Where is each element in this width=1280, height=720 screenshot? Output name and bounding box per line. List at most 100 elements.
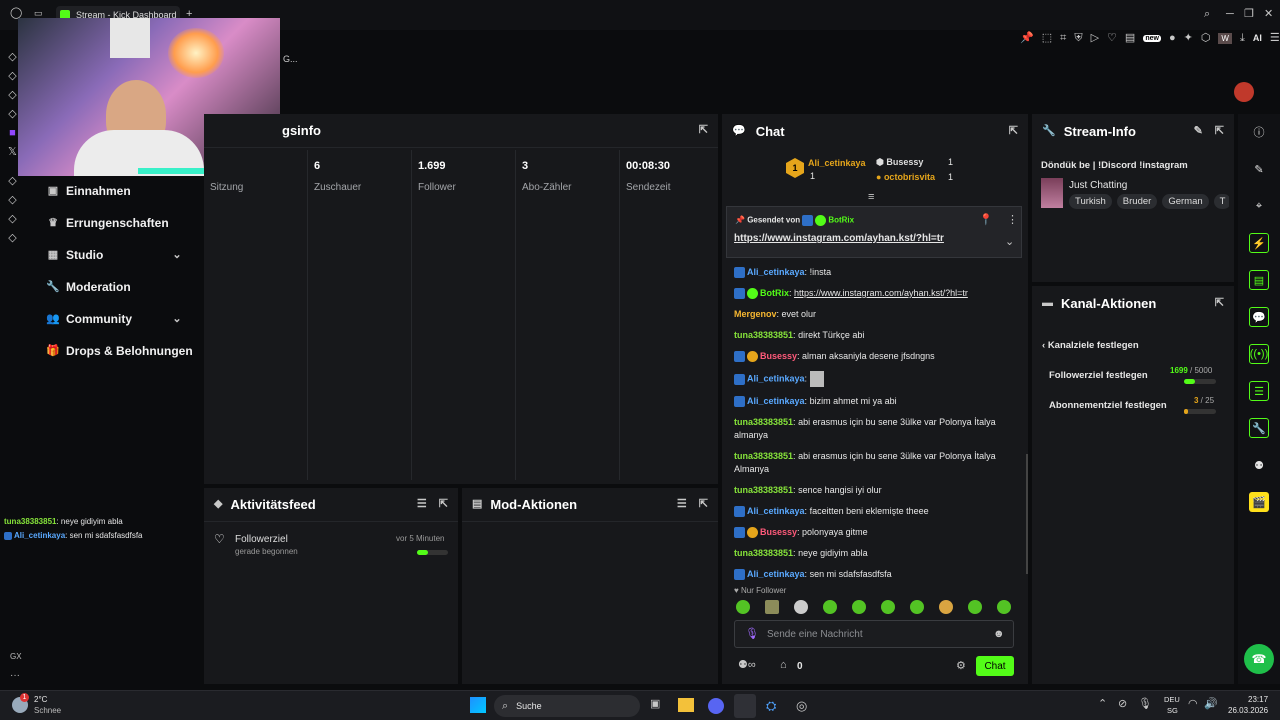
document-icon[interactable]: ▤: [1249, 270, 1269, 290]
avatar[interactable]: [1234, 82, 1254, 102]
taskbar-search[interactable]: ⌕ Suche: [494, 695, 640, 717]
cube-icon[interactable]: ⬡: [1201, 32, 1211, 44]
profile-w[interactable]: W: [1218, 32, 1232, 44]
clapper-icon[interactable]: 🎬: [1249, 492, 1269, 512]
chat-username[interactable]: Ali_cetinkaya: [747, 267, 805, 277]
sidebar-diamond-icon[interactable]: ◇: [8, 71, 17, 82]
chat-username[interactable]: Mergenov: [734, 309, 777, 319]
chat-username[interactable]: Busessy: [760, 527, 797, 537]
obs-icon[interactable]: ◎: [796, 699, 807, 712]
emote-icon[interactable]: [794, 600, 808, 614]
chat-username[interactable]: BotRix: [760, 288, 789, 298]
heart-icon[interactable]: ♡: [1107, 32, 1117, 44]
emoji-icon[interactable]: ☻: [993, 629, 1005, 640]
mic-icon[interactable]: 🎙: [1138, 699, 1152, 710]
chat-username[interactable]: Ali_cetinkaya: [747, 396, 805, 406]
sidebar-diamond-icon[interactable]: ◇: [8, 214, 17, 225]
chat-username[interactable]: Ali_cetinkaya: [747, 373, 805, 383]
nav-item-einnahmen[interactable]: ▣ Einnahmen: [32, 175, 202, 207]
windows-start-icon[interactable]: [470, 697, 486, 713]
network-off-icon[interactable]: ⊘: [1118, 699, 1127, 710]
people-icon[interactable]: ⚉: [1249, 455, 1269, 475]
sidebar-diamond-icon[interactable]: ◇: [8, 176, 17, 187]
more-icon[interactable]: ···: [10, 670, 20, 681]
goal-label[interactable]: Abonnementziel festlegen: [1049, 400, 1167, 411]
chat-username[interactable]: Ali_cetinkaya: [747, 569, 805, 579]
pinned-message[interactable]: 📌 Gesendet von BotRix https://www.instag…: [726, 206, 1022, 258]
sidebar-diamond-icon[interactable]: ◇: [8, 52, 17, 63]
emote-icon[interactable]: [910, 600, 924, 614]
chat-username[interactable]: Ali_cetinkaya: [747, 506, 805, 516]
taskview-icon[interactable]: ▣: [650, 699, 660, 710]
info-icon[interactable]: ⓘ: [1249, 122, 1269, 142]
emote-icon[interactable]: [939, 600, 953, 614]
help-button[interactable]: ☎: [1244, 644, 1274, 674]
popout-icon[interactable]: ⇱: [699, 125, 708, 136]
twitch-icon[interactable]: ■: [8, 128, 17, 139]
gifter-name[interactable]: Ali_cetinkaya: [808, 158, 866, 168]
opera-gx-icon[interactable]: [734, 694, 756, 718]
play-icon[interactable]: ▷: [1091, 32, 1099, 44]
new-badge[interactable]: new: [1143, 34, 1161, 42]
chat-icon[interactable]: 💬: [1249, 307, 1269, 327]
folder-icon[interactable]: [678, 698, 694, 712]
chevron-up-icon[interactable]: ⌃: [1098, 699, 1107, 710]
wrench-icon[interactable]: 🔧: [1249, 418, 1269, 438]
chat-username[interactable]: tuna38383851: [734, 330, 793, 340]
filter-icon[interactable]: ☰: [677, 499, 687, 510]
popout-icon[interactable]: ⇱: [439, 499, 448, 510]
chat-username[interactable]: tuna38383851: [734, 417, 793, 427]
gifter-name[interactable]: ● octobrisvita: [876, 172, 935, 182]
crop-icon[interactable]: ⌗: [1060, 32, 1066, 44]
emote-icon[interactable]: [968, 600, 982, 614]
shield-icon[interactable]: ⛨: [1074, 32, 1082, 44]
download-icon[interactable]: ⤓: [1240, 32, 1245, 44]
clock-date[interactable]: 26.03.2026: [1228, 706, 1268, 715]
sidebar-diamond-icon[interactable]: ◇: [8, 195, 17, 206]
gifter-name[interactable]: ⬢ Busessy: [876, 157, 923, 168]
edit-icon[interactable]: ✎: [1249, 159, 1269, 179]
emote-icon[interactable]: [765, 600, 779, 614]
expand-icon[interactable]: ≡: [868, 192, 874, 203]
edit-icon[interactable]: ✎: [1194, 125, 1203, 137]
tab-overview-icon[interactable]: ▭: [34, 9, 43, 18]
chat-text[interactable]: https://www.instagram.com/ayhan.kst/?hl=…: [794, 288, 968, 298]
chat-username[interactable]: Busessy: [760, 351, 797, 361]
close-icon[interactable]: ✕: [1264, 9, 1273, 20]
popout-icon[interactable]: ⇱: [1215, 125, 1224, 137]
filter-icon[interactable]: ☰: [417, 499, 427, 510]
sidebar-diamond-icon[interactable]: ◇: [8, 90, 17, 101]
emote-icon[interactable]: [823, 600, 837, 614]
settings-icon[interactable]: ⚙: [956, 661, 966, 672]
chat-scrollbar[interactable]: [1026, 454, 1028, 574]
drops-icon[interactable]: ⚉∞: [738, 660, 756, 671]
emote-icon[interactable]: [852, 600, 866, 614]
pinned-link[interactable]: https://www.instagram.com/ayhan.kst/?hl=…: [734, 233, 944, 244]
lang-bottom[interactable]: SG: [1167, 706, 1178, 715]
discord-icon[interactable]: [708, 698, 724, 714]
screenshot-icon[interactable]: ⬚: [1042, 32, 1052, 44]
chat-input[interactable]: 🎙 Sende eine Nachricht ☻: [734, 620, 1014, 648]
emote-icon[interactable]: [997, 600, 1011, 614]
tab-icon[interactable]: ▤: [1125, 32, 1135, 44]
volume-icon[interactable]: 🔊: [1204, 699, 1218, 710]
sidebar-diamond-icon[interactable]: ◇: [8, 109, 17, 120]
nav-item-drops[interactable]: 🎁 Drops & Belohnungen: [32, 335, 202, 367]
list-icon[interactable]: ☰: [1249, 381, 1269, 401]
send-chat-button[interactable]: Chat: [976, 656, 1014, 676]
chat-username[interactable]: tuna38383851: [734, 485, 793, 495]
nav-item-errungenschaften[interactable]: ♛ Errungenschaften: [32, 207, 202, 239]
back-link[interactable]: ‹ Kanalziele festlegen: [1042, 340, 1139, 351]
menu-icon[interactable]: ☰: [1270, 32, 1280, 44]
mic-icon[interactable]: 🎙: [745, 629, 759, 640]
popout-icon[interactable]: ⇱: [1009, 125, 1018, 137]
search-icon[interactable]: ⌕: [1204, 9, 1210, 20]
more-options-icon[interactable]: ⋮: [1007, 215, 1018, 226]
x-icon[interactable]: 𝕏: [8, 147, 17, 158]
popout-icon[interactable]: ⇱: [1215, 297, 1224, 309]
wifi-icon[interactable]: ◠: [1188, 699, 1198, 710]
minimize-icon[interactable]: ─: [1226, 9, 1234, 20]
emote-icon[interactable]: [881, 600, 895, 614]
chat-username[interactable]: tuna38383851: [734, 548, 793, 558]
sidebar-diamond-icon[interactable]: ◇: [8, 233, 17, 244]
